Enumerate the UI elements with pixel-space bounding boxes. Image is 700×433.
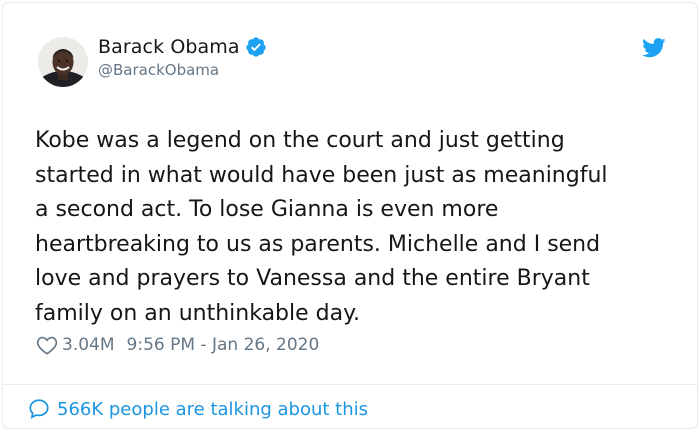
avatar[interactable] bbox=[38, 37, 88, 87]
heart-icon[interactable] bbox=[36, 335, 58, 355]
author-handle[interactable]: @BarackObama bbox=[98, 61, 219, 79]
tweet-meta: 3.04M 9:56 PM - Jan 26, 2020 bbox=[36, 335, 319, 355]
speech-bubble-icon bbox=[28, 398, 50, 420]
like-count[interactable]: 3.04M bbox=[62, 335, 115, 355]
twitter-bird-icon[interactable] bbox=[642, 38, 666, 58]
divider bbox=[3, 384, 697, 385]
author-name-row[interactable]: Barack Obama bbox=[98, 36, 267, 58]
tweet-card: Barack Obama @BarackObama Kobe was a leg… bbox=[2, 2, 698, 429]
verified-badge-icon bbox=[245, 36, 267, 58]
author-name[interactable]: Barack Obama bbox=[98, 36, 240, 58]
people-talking-link[interactable]: 566K people are talking about this bbox=[28, 398, 368, 420]
people-talking-text[interactable]: 566K people are talking about this bbox=[57, 399, 368, 420]
tweet-text: Kobe was a legend on the court and just … bbox=[35, 128, 608, 326]
tweet-timestamp[interactable]: 9:56 PM - Jan 26, 2020 bbox=[127, 335, 320, 355]
